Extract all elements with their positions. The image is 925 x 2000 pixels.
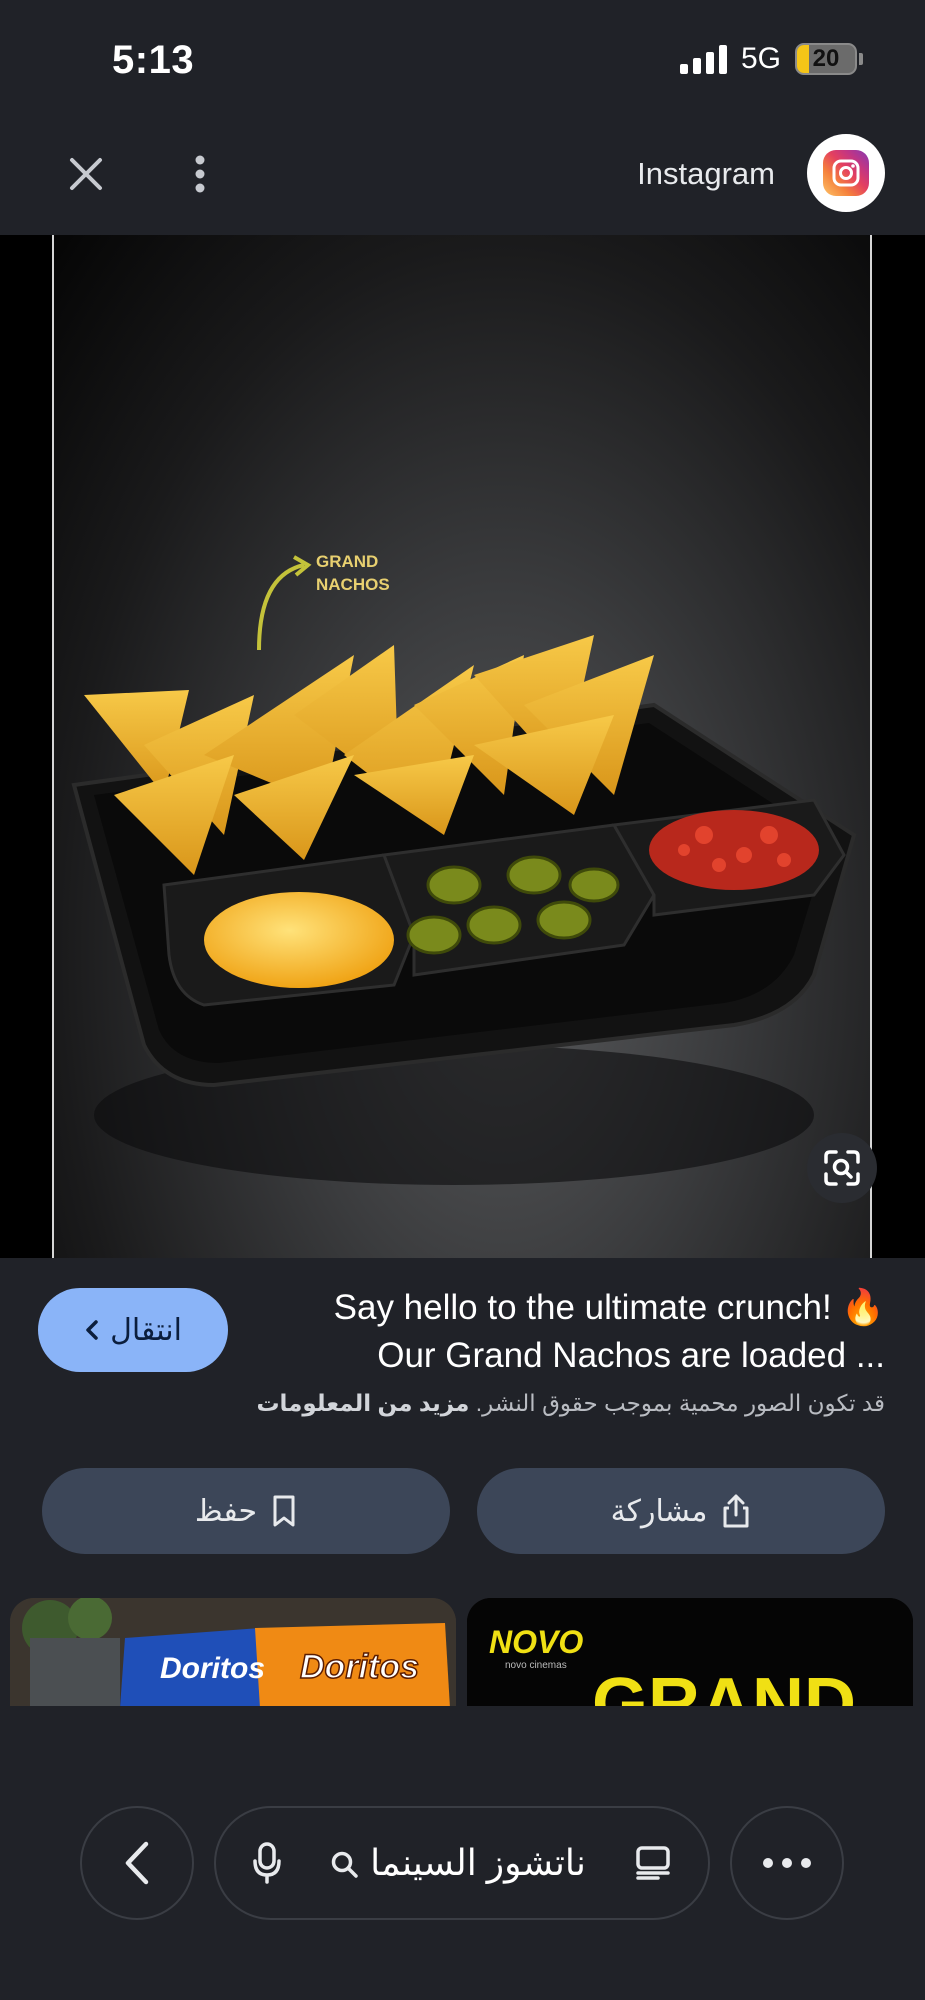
result-info: انتقال Say hello to the ultimate crunch!…: [0, 1258, 925, 1742]
related-thumb-novo[interactable]: NOVO novo cinemas GRAND: [467, 1598, 913, 1708]
status-indicators: 5G 20: [679, 42, 863, 76]
related-images: Doritos Doritos NOVO novo cinemas GRAND: [0, 1598, 925, 1708]
share-icon: [723, 1494, 749, 1528]
source-name[interactable]: Instagram: [637, 156, 775, 192]
image-viewer[interactable]: GRAND NACHOS: [0, 235, 925, 1258]
more-vert-icon: [195, 155, 205, 193]
visit-label: انتقال: [110, 1313, 182, 1347]
more-horiz-icon: [763, 1858, 811, 1868]
close-icon: [70, 158, 102, 190]
share-label: مشاركة: [610, 1494, 708, 1528]
search-query[interactable]: ناتشوز السينما: [300, 1842, 616, 1884]
related-thumb-doritos[interactable]: Doritos Doritos: [10, 1598, 456, 1708]
caption-line-1: Say hello to the ultimate crunch! 🔥: [333, 1288, 885, 1327]
doritos-orange-text: Doritos: [300, 1648, 419, 1686]
tabs-icon[interactable]: [634, 1844, 672, 1882]
overflow-menu-button[interactable]: [730, 1806, 844, 1920]
novo-title: GRAND: [592, 1664, 856, 1708]
network-type: 5G: [740, 42, 781, 75]
viewer-header: Instagram: [0, 120, 925, 235]
nachos-photo[interactable]: GRAND NACHOS: [52, 235, 872, 1258]
novo-thumb-art: NOVO novo cinemas GRAND: [467, 1598, 913, 1708]
battery-cap: [859, 53, 863, 65]
mic-icon[interactable]: [252, 1841, 282, 1885]
novo-logo-sub: novo cinemas: [505, 1660, 567, 1671]
lens-search-icon: [824, 1150, 860, 1186]
caption[interactable]: Say hello to the ultimate crunch! 🔥 Our …: [265, 1284, 885, 1380]
status-bar: 5:13 5G 20: [0, 0, 925, 120]
instagram-logo[interactable]: [807, 134, 885, 212]
nachos-illustration: GRAND NACHOS: [71, 552, 857, 1185]
chevron-left-icon: [86, 1320, 98, 1340]
nachos-label: NACHOS: [316, 575, 390, 594]
search-bar[interactable]: ناتشوز السينما: [214, 1806, 710, 1920]
copyright-text: قد تكون الصور محمية بموجب حقوق النشر.: [475, 1390, 885, 1416]
lens-search-button[interactable]: [807, 1133, 877, 1203]
chevron-left-icon: [125, 1841, 149, 1885]
grand-label: GRAND: [316, 552, 378, 571]
back-button[interactable]: [80, 1806, 194, 1920]
battery-level: [797, 45, 809, 73]
search-query-text: ناتشوز السينما: [370, 1842, 586, 1883]
battery-percent: 20: [812, 45, 840, 72]
more-options-button[interactable]: [180, 150, 220, 198]
doritos-thumb-art: Doritos Doritos: [10, 1598, 456, 1708]
learn-more-link[interactable]: مزيد من المعلومات: [256, 1390, 469, 1416]
copyright-notice: قد تكون الصور محمية بموجب حقوق النشر. مز…: [256, 1390, 885, 1417]
caption-line-2: Our Grand Nachos are loaded ...: [377, 1336, 885, 1375]
bookmark-icon: [273, 1495, 295, 1527]
instagram-icon: [823, 150, 869, 196]
visit-button[interactable]: انتقال: [38, 1288, 228, 1372]
search-icon: [331, 1852, 358, 1879]
bottom-bar: ناتشوز السينما: [0, 1706, 925, 2000]
close-button[interactable]: [62, 150, 110, 198]
status-time: 5:13: [112, 38, 195, 82]
novo-logo: NOVO: [489, 1624, 583, 1660]
battery-icon: 20: [795, 43, 857, 75]
save-label: حفظ: [194, 1494, 258, 1528]
signal-icon: [679, 44, 727, 74]
doritos-blue-text: Doritos: [160, 1652, 265, 1685]
share-button[interactable]: مشاركة: [477, 1468, 885, 1554]
save-button[interactable]: حفظ: [42, 1468, 450, 1554]
